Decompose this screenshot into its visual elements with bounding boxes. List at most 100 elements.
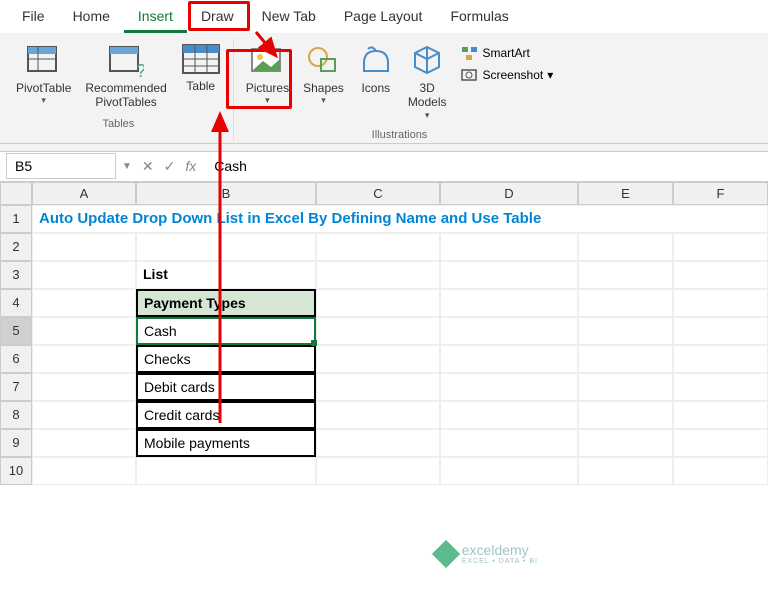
cube-icon: [409, 43, 445, 79]
table-header-cell[interactable]: Payment Types: [136, 289, 316, 317]
cell[interactable]: [440, 457, 578, 485]
cell[interactable]: [316, 345, 440, 373]
cell[interactable]: [440, 345, 578, 373]
enter-icon[interactable]: ✓: [164, 158, 176, 175]
row-header[interactable]: 7: [0, 373, 32, 401]
cell[interactable]: [32, 345, 136, 373]
cell[interactable]: [440, 373, 578, 401]
cell[interactable]: [32, 317, 136, 345]
cell[interactable]: [440, 261, 578, 289]
table-cell[interactable]: Mobile payments: [136, 429, 316, 457]
pivottable-button[interactable]: PivotTable ▾: [10, 39, 77, 110]
cell[interactable]: [316, 457, 440, 485]
cell[interactable]: [32, 233, 136, 261]
cell[interactable]: [578, 317, 673, 345]
cell[interactable]: [316, 429, 440, 457]
selected-cell[interactable]: Cash: [136, 317, 316, 345]
row-header[interactable]: 4: [0, 289, 32, 317]
title-cell[interactable]: Auto Update Drop Down List in Excel By D…: [32, 205, 768, 233]
col-header-f[interactable]: F: [673, 182, 768, 205]
cell[interactable]: [673, 233, 768, 261]
cell[interactable]: [136, 457, 316, 485]
row-header[interactable]: 6: [0, 345, 32, 373]
cell[interactable]: [578, 289, 673, 317]
cell[interactable]: [673, 401, 768, 429]
cell[interactable]: [673, 289, 768, 317]
row-header[interactable]: 9: [0, 429, 32, 457]
cell[interactable]: [578, 345, 673, 373]
cell[interactable]: [673, 373, 768, 401]
cell[interactable]: [32, 457, 136, 485]
shapes-label: Shapes: [303, 81, 344, 95]
cell[interactable]: [440, 429, 578, 457]
cell[interactable]: [32, 401, 136, 429]
row-header[interactable]: 5: [0, 317, 32, 345]
spreadsheet-grid[interactable]: A B C D E F 1 Auto Update Drop Down List…: [0, 182, 768, 485]
3dmodels-button[interactable]: 3D Models ▾: [402, 39, 453, 125]
tab-draw[interactable]: Draw: [187, 2, 248, 33]
smartart-button[interactable]: SmartArt: [457, 43, 558, 63]
col-header-e[interactable]: E: [578, 182, 673, 205]
cell[interactable]: [32, 373, 136, 401]
fx-icon[interactable]: fx: [185, 158, 196, 175]
col-header-c[interactable]: C: [316, 182, 440, 205]
cell[interactable]: [440, 317, 578, 345]
icons-button[interactable]: Icons: [352, 39, 400, 99]
pictures-icon: [249, 43, 285, 79]
chevron-down-icon: ▾: [547, 68, 553, 82]
cell[interactable]: [440, 401, 578, 429]
cell[interactable]: [316, 401, 440, 429]
cell[interactable]: [578, 401, 673, 429]
tab-insert[interactable]: Insert: [124, 2, 187, 33]
name-box[interactable]: [6, 153, 116, 179]
namebox-chevron-icon[interactable]: ▼: [122, 161, 132, 172]
cell[interactable]: [32, 261, 136, 289]
col-header-d[interactable]: D: [440, 182, 578, 205]
cell[interactable]: [316, 373, 440, 401]
table-button[interactable]: Table: [175, 39, 227, 97]
cell[interactable]: [316, 261, 440, 289]
cell[interactable]: [673, 429, 768, 457]
row-header[interactable]: 8: [0, 401, 32, 429]
cell[interactable]: [673, 317, 768, 345]
cell[interactable]: [578, 261, 673, 289]
cell[interactable]: [440, 289, 578, 317]
cell[interactable]: [32, 429, 136, 457]
tab-home[interactable]: Home: [59, 2, 124, 33]
row-header[interactable]: 10: [0, 457, 32, 485]
select-all-corner[interactable]: [0, 182, 32, 205]
table-cell[interactable]: Credit cards: [136, 401, 316, 429]
cancel-icon[interactable]: ✕: [142, 158, 154, 175]
cell[interactable]: [673, 457, 768, 485]
cell[interactable]: [32, 289, 136, 317]
cell[interactable]: [578, 457, 673, 485]
tab-file[interactable]: File: [8, 2, 59, 33]
cell[interactable]: [136, 233, 316, 261]
table-cell[interactable]: Checks: [136, 345, 316, 373]
cell[interactable]: [578, 429, 673, 457]
table-cell[interactable]: Debit cards: [136, 373, 316, 401]
pictures-button[interactable]: Pictures ▾: [240, 39, 295, 110]
row-header[interactable]: 1: [0, 205, 32, 233]
cell[interactable]: [316, 317, 440, 345]
cell[interactable]: [440, 233, 578, 261]
tab-formulas[interactable]: Formulas: [436, 2, 522, 33]
cell[interactable]: [673, 345, 768, 373]
tab-newtab[interactable]: New Tab: [248, 2, 330, 33]
recommended-pivottables-button[interactable]: ? Recommended PivotTables: [79, 39, 172, 114]
row-header[interactable]: 3: [0, 261, 32, 289]
tab-pagelayout[interactable]: Page Layout: [330, 2, 437, 33]
cell[interactable]: [578, 373, 673, 401]
cell[interactable]: [316, 233, 440, 261]
cell[interactable]: [316, 289, 440, 317]
formula-input[interactable]: [206, 154, 768, 178]
smartart-icon: [461, 45, 479, 61]
cell[interactable]: [673, 261, 768, 289]
col-header-b[interactable]: B: [136, 182, 316, 205]
screenshot-button[interactable]: Screenshot ▾: [457, 65, 558, 85]
list-label-cell[interactable]: List: [136, 261, 316, 289]
cell[interactable]: [578, 233, 673, 261]
col-header-a[interactable]: A: [32, 182, 136, 205]
shapes-button[interactable]: Shapes ▾: [297, 39, 350, 110]
row-header[interactable]: 2: [0, 233, 32, 261]
